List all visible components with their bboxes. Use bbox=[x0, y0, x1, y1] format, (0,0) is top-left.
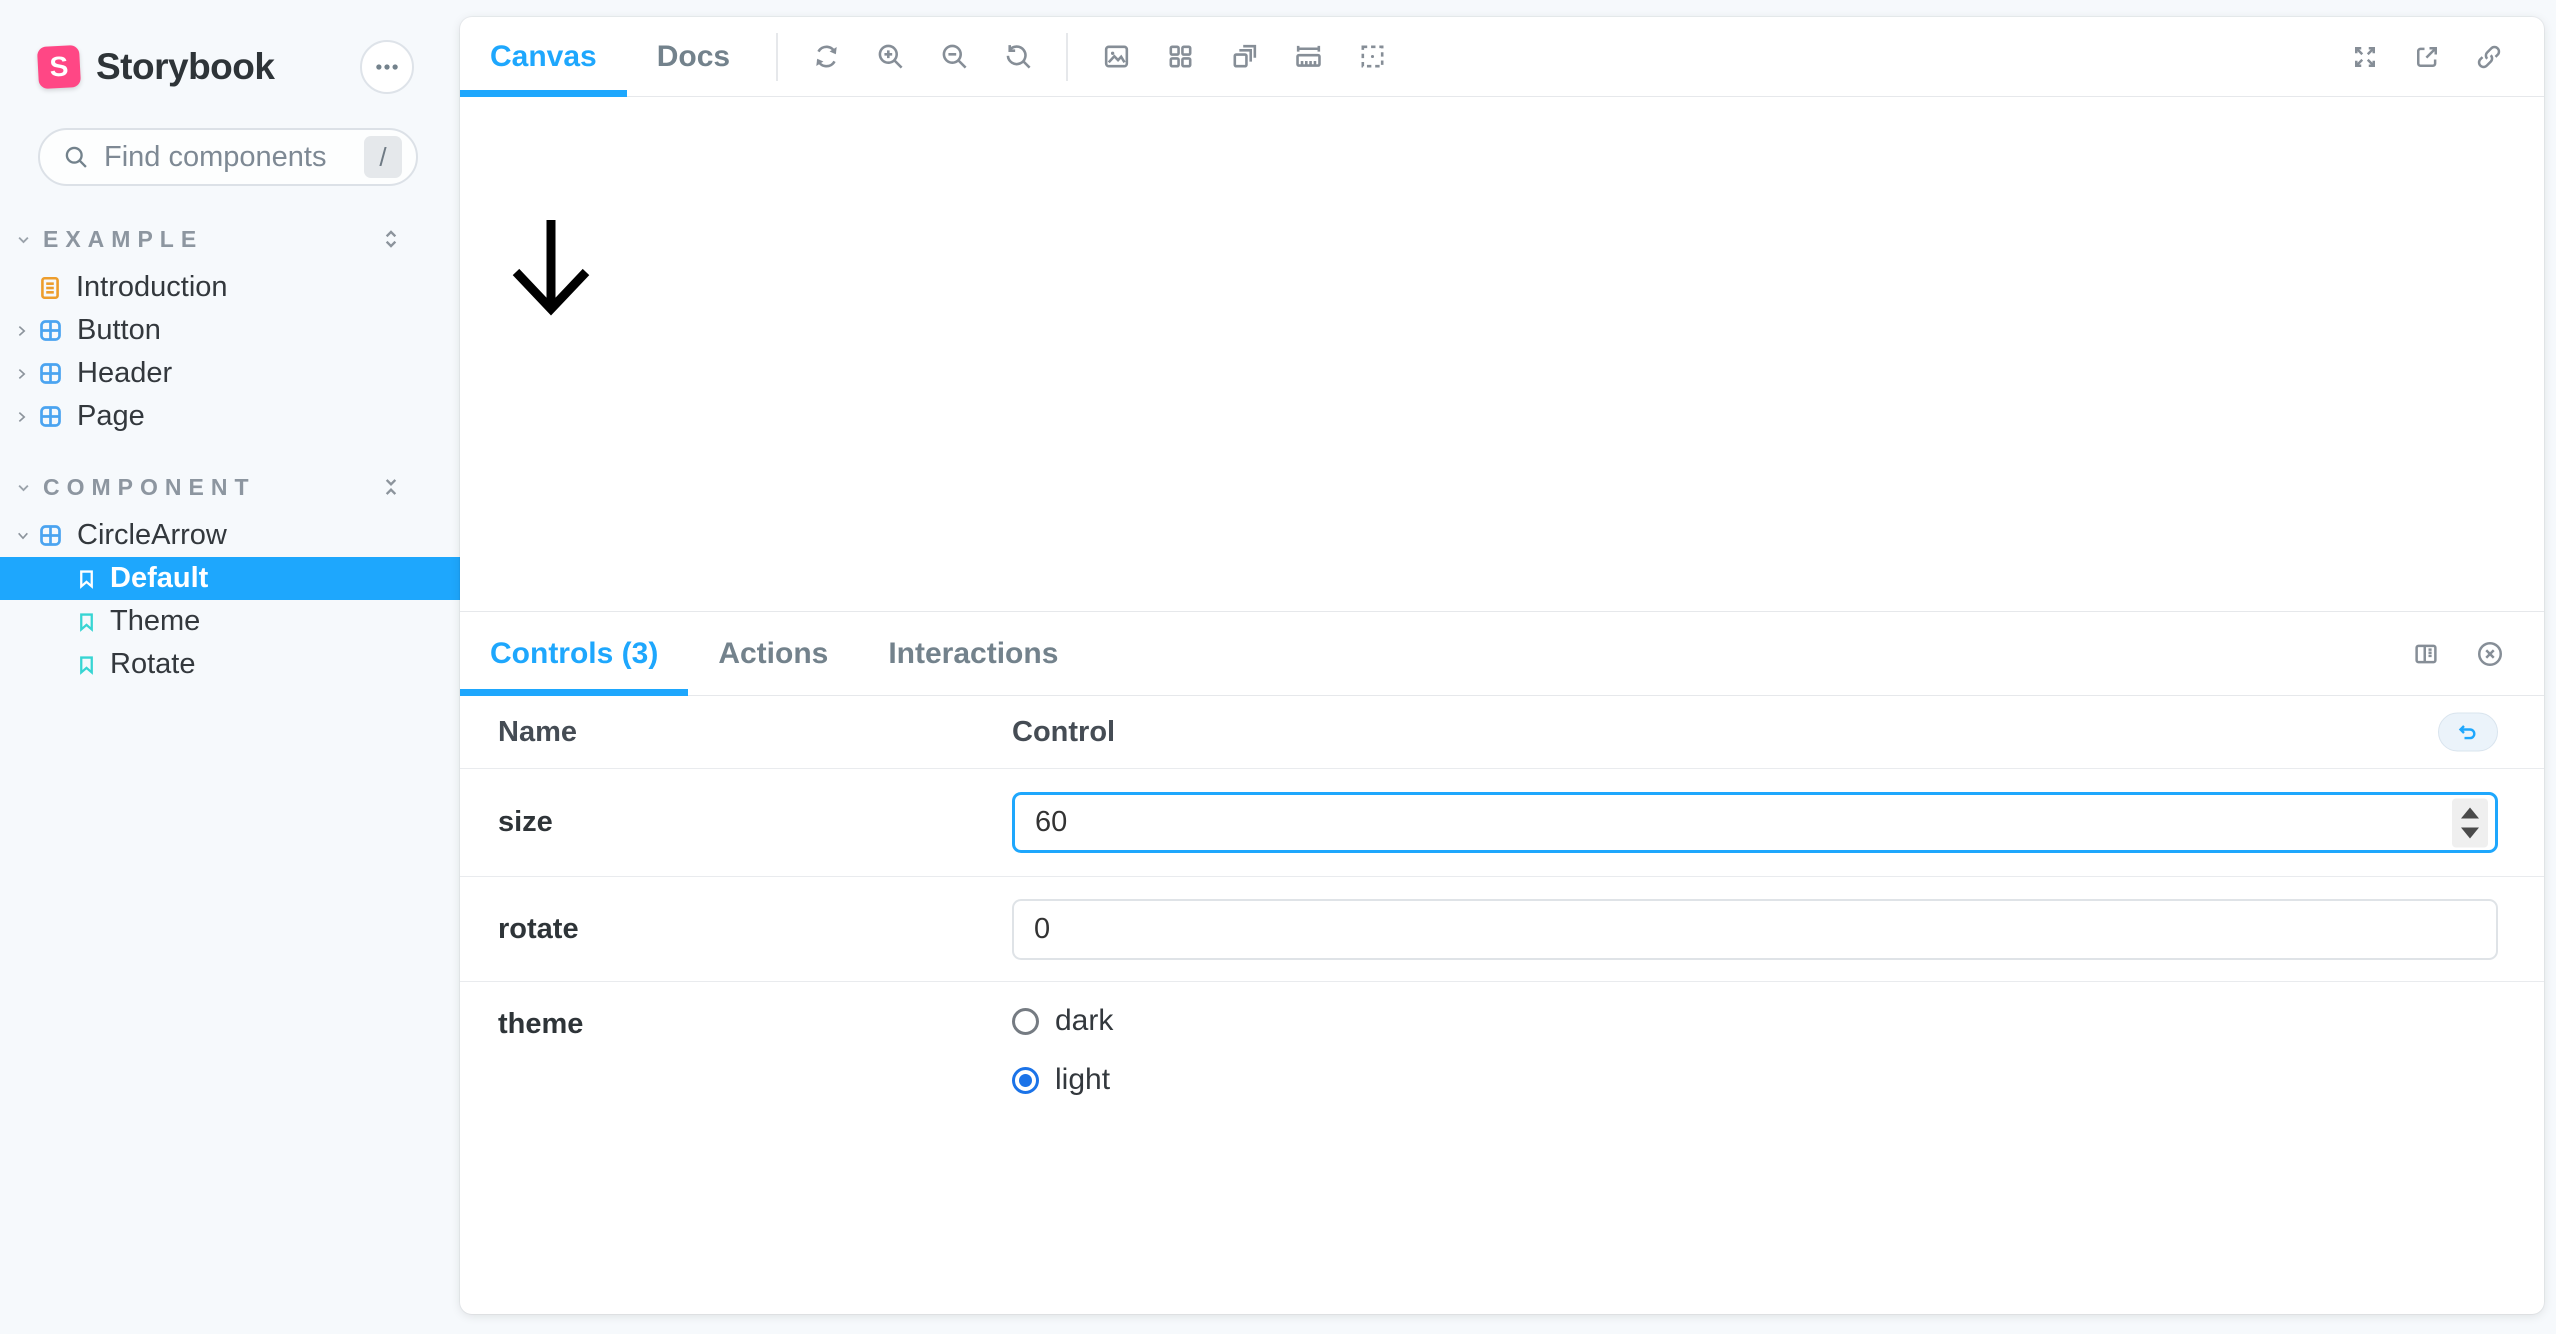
sidebar-item-label: Introduction bbox=[76, 271, 228, 304]
rotate-number-input[interactable] bbox=[1012, 899, 2498, 960]
reset-zoom-icon[interactable] bbox=[986, 27, 1050, 87]
sidebar-story-default[interactable]: Default bbox=[0, 557, 460, 600]
radio-unchecked-icon[interactable] bbox=[1012, 1008, 1039, 1035]
reset-controls-button[interactable] bbox=[2438, 713, 2498, 752]
section-label: COMPONENT bbox=[43, 474, 376, 501]
copy-link-icon[interactable] bbox=[2458, 27, 2520, 87]
control-name: rotate bbox=[460, 913, 1012, 946]
sidebar-story-theme[interactable]: Theme bbox=[0, 600, 460, 643]
search-input[interactable] bbox=[104, 141, 364, 174]
tab-canvas[interactable]: Canvas bbox=[460, 17, 627, 97]
sidebar-story-label: Rotate bbox=[110, 648, 195, 681]
number-stepper[interactable] bbox=[2452, 798, 2488, 847]
sidebar-story-rotate[interactable]: Rotate bbox=[0, 643, 460, 686]
ellipsis-icon bbox=[372, 52, 402, 82]
bookmark-icon bbox=[76, 609, 97, 635]
grid-icon[interactable] bbox=[1148, 27, 1212, 87]
bookmark-icon bbox=[76, 566, 97, 592]
chevron-down-icon bbox=[15, 529, 31, 542]
story-canvas bbox=[460, 97, 2544, 611]
theme-radio-group: dark light bbox=[1012, 1004, 2498, 1097]
sidebar: S Storybook / bbox=[0, 0, 460, 1334]
size-number-input[interactable] bbox=[1012, 792, 2498, 853]
addons-tabbar: Controls (3) Actions Interactions bbox=[460, 612, 2544, 696]
radio-checked-icon[interactable] bbox=[1012, 1067, 1039, 1094]
control-name: theme bbox=[460, 1004, 1012, 1041]
radio-label: light bbox=[1055, 1063, 1110, 1097]
background-icon[interactable] bbox=[1084, 27, 1148, 87]
section-header-component[interactable]: COMPONENT bbox=[0, 472, 460, 502]
stepper-down-icon[interactable] bbox=[2461, 827, 2479, 838]
remount-icon[interactable] bbox=[794, 27, 858, 87]
tab-interactions[interactable]: Interactions bbox=[858, 612, 1088, 696]
measure-icon[interactable] bbox=[1276, 27, 1340, 87]
search-shortcut-badge: / bbox=[364, 136, 402, 178]
chevron-right-icon bbox=[15, 366, 31, 382]
sidebar-story-label: Theme bbox=[110, 605, 200, 638]
sidebar-item-label: Button bbox=[77, 314, 161, 347]
split-panel-icon[interactable] bbox=[2394, 624, 2458, 684]
column-header-name: Name bbox=[460, 716, 1012, 749]
preview-panel: Canvas Docs bbox=[460, 17, 2544, 1314]
tab-actions[interactable]: Actions bbox=[688, 612, 858, 696]
component-icon bbox=[37, 403, 64, 430]
storybook-logo-badge: S bbox=[37, 45, 81, 89]
addons-panel: Controls (3) Actions Interactions bbox=[460, 611, 2544, 1314]
sidebar-item-introduction[interactable]: Introduction bbox=[0, 266, 460, 309]
zoom-out-icon[interactable] bbox=[922, 27, 986, 87]
bookmark-icon bbox=[76, 652, 97, 678]
undo-icon bbox=[2456, 720, 2480, 744]
close-panel-icon[interactable] bbox=[2458, 624, 2522, 684]
fullscreen-icon[interactable] bbox=[2334, 27, 2396, 87]
sidebar-menu-button[interactable] bbox=[360, 40, 414, 94]
sidebar-item-button[interactable]: Button bbox=[0, 309, 460, 352]
expand-all-icon[interactable] bbox=[376, 224, 406, 254]
sidebar-item-label: CircleArrow bbox=[77, 519, 227, 552]
controls-table-header: Name Control bbox=[460, 696, 2544, 769]
search-box[interactable]: / bbox=[38, 128, 418, 186]
sidebar-item-label: Header bbox=[77, 357, 172, 390]
component-icon bbox=[37, 360, 64, 387]
zoom-in-icon[interactable] bbox=[858, 27, 922, 87]
tab-controls[interactable]: Controls (3) bbox=[460, 612, 688, 696]
chevron-down-icon bbox=[16, 232, 31, 247]
preview-toolbar: Canvas Docs bbox=[460, 17, 2544, 97]
sidebar-item-circlearrow[interactable]: CircleArrow bbox=[0, 514, 460, 557]
open-new-tab-icon[interactable] bbox=[2396, 27, 2458, 87]
brand-title: Storybook bbox=[96, 46, 274, 88]
control-row-size: size bbox=[460, 769, 2544, 877]
storybook-logo[interactable]: S Storybook bbox=[38, 46, 274, 88]
section-header-example[interactable]: EXAMPLE bbox=[0, 224, 460, 254]
column-header-control: Control bbox=[1012, 716, 2544, 749]
tab-docs[interactable]: Docs bbox=[627, 17, 760, 97]
down-arrow-graphic bbox=[510, 217, 592, 317]
document-icon bbox=[37, 274, 63, 302]
preview-window-actions bbox=[2334, 27, 2544, 87]
control-row-theme: theme dark light bbox=[460, 982, 2544, 1097]
sidebar-item-label: Page bbox=[77, 400, 145, 433]
outline-icon[interactable] bbox=[1340, 27, 1404, 87]
stepper-up-icon[interactable] bbox=[2461, 807, 2479, 818]
chevron-down-icon bbox=[16, 480, 31, 495]
control-name: size bbox=[460, 806, 1012, 839]
section-label: EXAMPLE bbox=[43, 226, 376, 253]
storybook-app: S Storybook / bbox=[0, 0, 2556, 1334]
chevron-right-icon bbox=[15, 323, 31, 339]
sidebar-item-header[interactable]: Header bbox=[0, 352, 460, 395]
viewport-icon[interactable] bbox=[1212, 27, 1276, 87]
radio-label: dark bbox=[1055, 1004, 1113, 1038]
toolbar-divider bbox=[776, 33, 778, 81]
component-icon bbox=[37, 522, 64, 549]
search-icon bbox=[62, 143, 90, 171]
sidebar-story-label: Default bbox=[110, 562, 208, 595]
theme-radio-dark[interactable]: dark bbox=[1012, 1004, 2498, 1038]
chevron-right-icon bbox=[15, 409, 31, 425]
collapse-all-icon[interactable] bbox=[376, 472, 406, 502]
toolbar-divider bbox=[1066, 33, 1068, 81]
theme-radio-light[interactable]: light bbox=[1012, 1063, 2498, 1097]
component-icon bbox=[37, 317, 64, 344]
sidebar-item-page[interactable]: Page bbox=[0, 395, 460, 438]
control-row-rotate: rotate bbox=[460, 877, 2544, 982]
